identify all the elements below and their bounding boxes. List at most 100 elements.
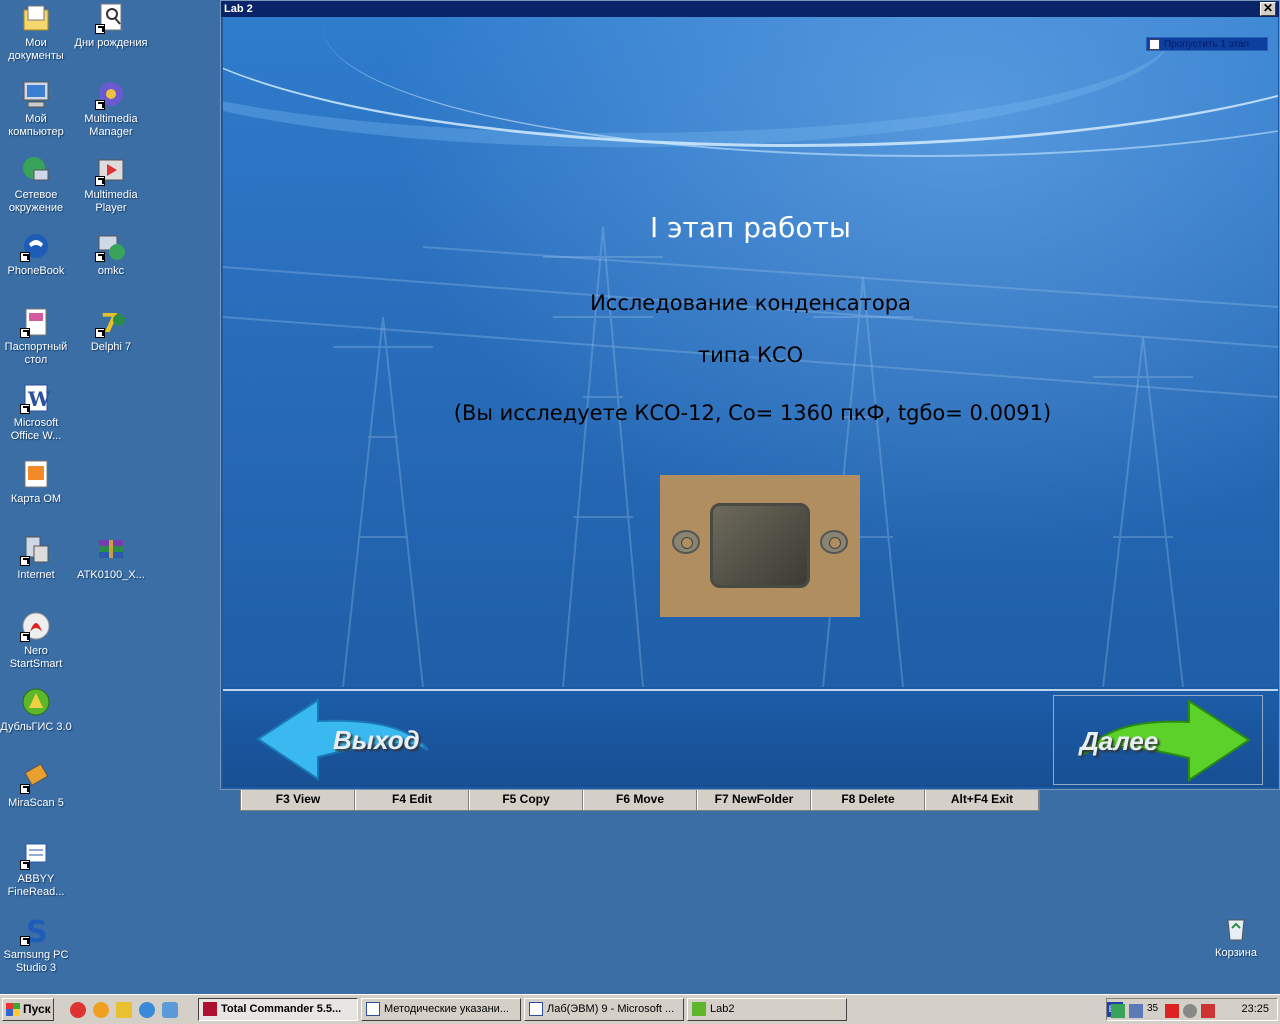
capacitor-mount-ear bbox=[820, 530, 848, 554]
task-label: Лаб(ЭВМ) 9 - Microsoft ... bbox=[547, 1003, 675, 1015]
network-status-icon[interactable] bbox=[1129, 1004, 1143, 1018]
omkc-icon bbox=[95, 230, 127, 262]
recycle-bin-icon bbox=[1220, 912, 1252, 944]
desktop-icon-dublgis[interactable]: ДубльГИС 3.0 bbox=[0, 686, 73, 734]
kaspersky-icon[interactable] bbox=[1165, 1004, 1179, 1018]
tray-temperature: 35 bbox=[1147, 1003, 1159, 1014]
desktop-icon-my-documents[interactable]: Мои документы bbox=[0, 2, 73, 63]
lab2-titlebar[interactable]: Lab 2 bbox=[221, 1, 1279, 17]
lab2-window: Lab 2 ✕ Пропустить 1 этап I этап работы … bbox=[220, 0, 1280, 790]
my-documents-icon bbox=[20, 2, 52, 34]
fkey-f8-delete[interactable]: F8 Delete bbox=[811, 790, 925, 810]
multimedia-manager-icon bbox=[95, 78, 127, 110]
desktop-icon-winrar-archive[interactable]: ATK0100_X... bbox=[74, 534, 148, 582]
capacitor-params: (Вы исследуете КСО-12, Со= 1360 пкФ, tgб… bbox=[453, 401, 1052, 425]
birthdays-icon bbox=[95, 2, 127, 34]
task-label: Lab2 bbox=[710, 1003, 735, 1015]
task-total-commander[interactable]: Total Commander 5.5... bbox=[198, 998, 358, 1021]
exit-button[interactable]: Выход bbox=[253, 695, 463, 785]
svg-text:W: W bbox=[27, 387, 51, 411]
mirascan-icon bbox=[20, 762, 52, 794]
windows-logo-icon bbox=[6, 1003, 20, 1016]
word-doc-icon bbox=[366, 1002, 380, 1016]
desktop-icon-word[interactable]: W Microsoft Office W... bbox=[0, 382, 73, 443]
exit-label: Выход bbox=[333, 725, 420, 755]
skip-stage-checkbox[interactable]: Пропустить 1 этап bbox=[1146, 37, 1268, 51]
lab2-content-area: Пропустить 1 этап I этап работы Исследов… bbox=[223, 17, 1278, 687]
capacitor-photo bbox=[660, 475, 860, 617]
task-label: Методические указани... bbox=[384, 1003, 509, 1015]
desktop-icon-samsung-pc-studio[interactable]: S Samsung PC Studio 3 bbox=[0, 914, 73, 975]
lab2-nav-bar: Выход Далее bbox=[223, 689, 1278, 787]
checkbox-icon[interactable] bbox=[1149, 38, 1160, 50]
clock[interactable]: 23:25 bbox=[1241, 1003, 1269, 1015]
network-icon bbox=[20, 154, 52, 186]
nero-icon bbox=[20, 610, 52, 642]
desktop-icon-network[interactable]: Сетевое окружение bbox=[0, 154, 73, 215]
desktop-icon-my-computer[interactable]: Мой компьютер bbox=[0, 78, 73, 139]
tray-utility-icon[interactable] bbox=[1183, 1004, 1197, 1018]
close-button[interactable]: ✕ bbox=[1260, 2, 1276, 16]
desktop-icon-phonebook[interactable]: PhoneBook bbox=[0, 230, 73, 278]
quicklaunch-tool-icon[interactable] bbox=[116, 1002, 132, 1018]
window-title: Lab 2 bbox=[224, 3, 253, 15]
samsung-pc-studio-icon: S bbox=[20, 914, 52, 950]
total-commander-fkey-bar: F3 View F4 Edit F5 Copy F6 Move F7 NewFo… bbox=[240, 789, 1040, 811]
start-button[interactable]: Пуск bbox=[2, 998, 54, 1021]
passport-office-icon bbox=[20, 306, 52, 338]
lab2-app-icon bbox=[692, 1002, 706, 1016]
desktop-icon-abbyy[interactable]: ABBYY FineRead... bbox=[0, 838, 73, 899]
abbyy-icon bbox=[20, 838, 52, 870]
my-computer-icon bbox=[20, 78, 52, 110]
word-doc-icon bbox=[529, 1002, 543, 1016]
fkey-f3-view[interactable]: F3 View bbox=[241, 790, 355, 810]
dublgis-icon bbox=[20, 686, 52, 718]
skip-stage-label: Пропустить 1 этап bbox=[1164, 38, 1250, 50]
desktop-icon-multimedia-player[interactable]: Multimedia Player bbox=[74, 154, 148, 215]
desktop-icon-passport-office[interactable]: Паспортный стол bbox=[0, 306, 73, 367]
capacitor-mount-ear bbox=[672, 530, 700, 554]
internet-explorer-icon[interactable] bbox=[139, 1002, 155, 1018]
task-lab2[interactable]: Lab2 bbox=[687, 998, 847, 1021]
delphi-icon: 7 bbox=[95, 306, 127, 339]
fkey-f5-copy[interactable]: F5 Copy bbox=[469, 790, 583, 810]
desktop-icon-omkc[interactable]: omkc bbox=[74, 230, 148, 278]
desktop-icon-birthdays[interactable]: Дни рождения bbox=[74, 2, 148, 50]
desktop-icon-nero[interactable]: Nero StartSmart bbox=[0, 610, 73, 671]
close-icon: ✕ bbox=[1262, 1, 1274, 15]
desktop-icon-delphi[interactable]: 7 Delphi 7 bbox=[74, 306, 148, 354]
winrar-archive-icon bbox=[95, 534, 127, 566]
subtitle-line-1: Исследование конденсатора bbox=[590, 291, 911, 315]
total-commander-icon bbox=[203, 1002, 217, 1016]
opera-icon[interactable] bbox=[70, 1002, 86, 1018]
task-lab-evm-word[interactable]: Лаб(ЭВМ) 9 - Microsoft ... bbox=[524, 998, 684, 1021]
desktop-icon-recycle-bin[interactable]: Корзина bbox=[1199, 912, 1273, 960]
fkey-f7-newfolder[interactable]: F7 NewFolder bbox=[697, 790, 811, 810]
phonebook-icon bbox=[20, 230, 52, 262]
task-methodical-doc[interactable]: Методические указани... bbox=[361, 998, 521, 1021]
system-tray: 35 23:25 bbox=[1106, 998, 1278, 1021]
internet-icon bbox=[20, 534, 52, 566]
next-button[interactable]: Далее bbox=[1053, 695, 1263, 785]
map-icon bbox=[20, 458, 52, 490]
stage-title: I этап работы bbox=[650, 211, 851, 244]
start-label: Пуск bbox=[23, 1002, 51, 1016]
desktop-icon-map[interactable]: Карта ОМ bbox=[0, 458, 73, 506]
show-desktop-icon[interactable] bbox=[162, 1002, 178, 1018]
desktop-icon-internet[interactable]: Internet bbox=[0, 534, 73, 582]
desktop-icon-multimedia-manager[interactable]: Multimedia Manager bbox=[74, 78, 148, 139]
tray-app-icon[interactable] bbox=[1111, 1004, 1125, 1018]
taskbar: Пуск Total Commander 5.5... Методические… bbox=[0, 994, 1280, 1024]
subtitle-line-2: типа КСО bbox=[697, 343, 804, 367]
desktop-icon-mirascan[interactable]: MiraScan 5 bbox=[0, 762, 73, 810]
fkey-f6-move[interactable]: F6 Move bbox=[583, 790, 697, 810]
tray-flag-icon[interactable] bbox=[1201, 1004, 1215, 1018]
task-label: Total Commander 5.5... bbox=[221, 1003, 342, 1015]
fkey-f4-edit[interactable]: F4 Edit bbox=[355, 790, 469, 810]
next-label: Далее bbox=[1080, 726, 1159, 756]
word-icon: W bbox=[20, 382, 52, 414]
firefox-icon[interactable] bbox=[93, 1002, 109, 1018]
multimedia-player-icon bbox=[95, 154, 127, 186]
capacitor-body bbox=[710, 503, 810, 588]
fkey-altf4-exit[interactable]: Alt+F4 Exit bbox=[925, 790, 1039, 810]
